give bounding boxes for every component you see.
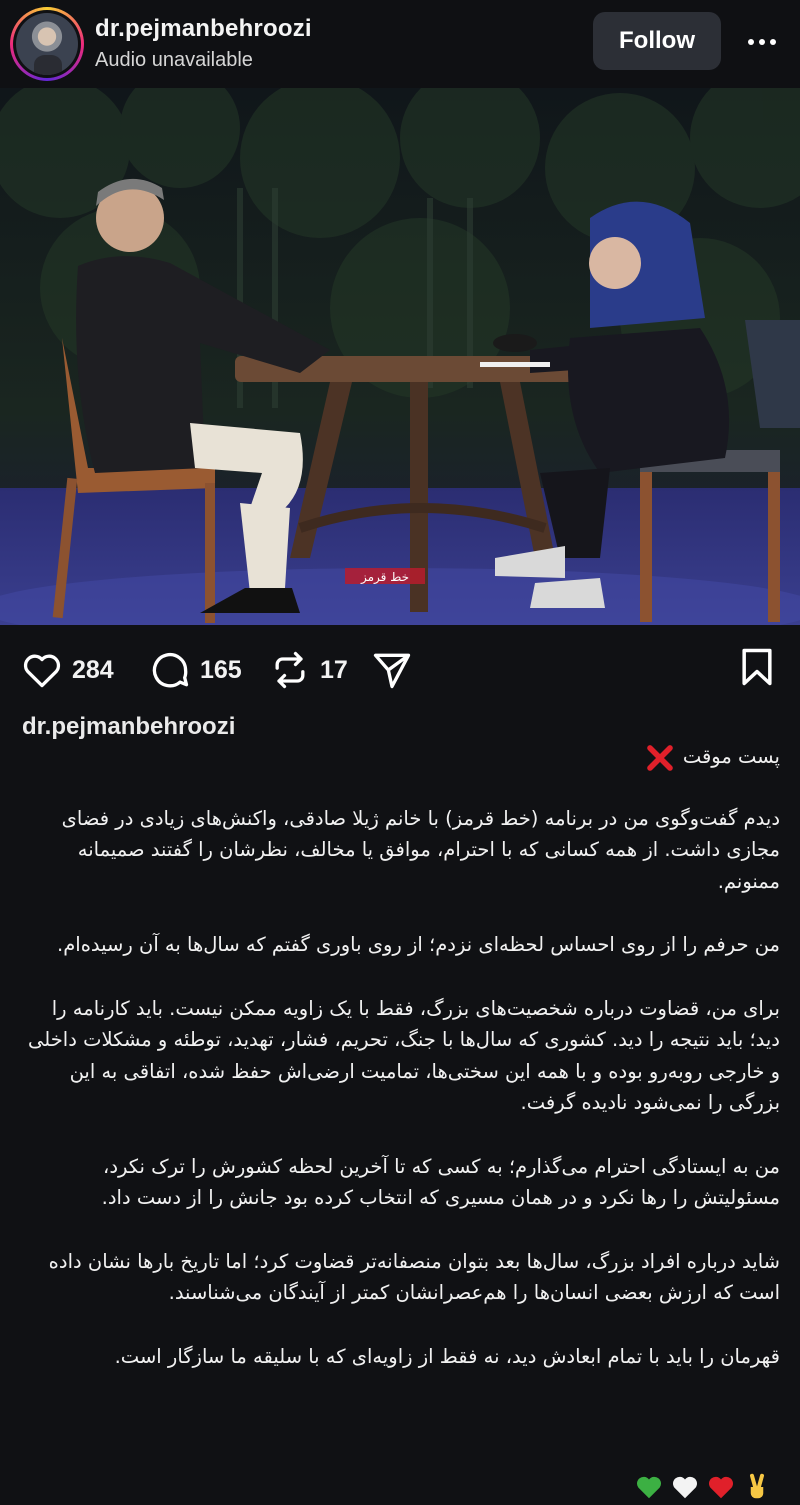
caption-emoji-row bbox=[632, 1470, 772, 1504]
cross-mark-icon bbox=[646, 744, 673, 771]
avatar[interactable] bbox=[16, 13, 78, 75]
caption-title: پست موقت bbox=[682, 745, 780, 768]
caption-paragraph-5: شاید درباره افراد بزرگ، سال‌ها بعد بتوان… bbox=[48, 1249, 780, 1305]
caption-paragraph-2: من حرفم را از روی احساس لحظه‌ای نزدم؛ از… bbox=[57, 933, 780, 956]
follow-button[interactable]: Follow bbox=[593, 12, 721, 70]
heart-icon bbox=[23, 654, 61, 688]
interview-scene-image: خط قرمز bbox=[0, 88, 800, 625]
red-heart-emoji bbox=[708, 1476, 734, 1499]
like-button[interactable]: 284 bbox=[20, 647, 114, 693]
caption-title-line: پست موقت bbox=[18, 741, 780, 773]
like-count: 284 bbox=[72, 655, 114, 684]
audio-status: Audio unavailable bbox=[95, 49, 253, 71]
repost-count: 17 bbox=[320, 655, 348, 684]
caption-paragraph-3: برای من، قضاوت درباره شخصیت‌های بزرگ، فق… bbox=[28, 996, 780, 1115]
caption-paragraph-6: قهرمان را باید با تمام ابعادش دید، نه فق… bbox=[114, 1344, 780, 1368]
share-button[interactable] bbox=[370, 647, 414, 693]
bookmark-icon[interactable] bbox=[735, 645, 779, 689]
comment-icon bbox=[152, 653, 189, 688]
show-logo: خط قرمز bbox=[345, 568, 425, 585]
post-header: dr.pejmanbehroozi Audio unavailable Foll… bbox=[0, 0, 800, 88]
more-options-icon[interactable] bbox=[742, 28, 782, 56]
story-ring[interactable] bbox=[10, 7, 84, 81]
comment-count: 165 bbox=[200, 655, 242, 684]
caption-paragraph-1: دیدم گفت‌وگوی من در برنامه (خط قرمز) با … bbox=[61, 806, 780, 893]
green-heart-emoji bbox=[636, 1476, 662, 1499]
repost-icon bbox=[275, 651, 305, 689]
comment-button[interactable]: 165 bbox=[148, 647, 242, 693]
victory-hand-emoji bbox=[750, 1473, 764, 1499]
post-author-username[interactable]: dr.pejmanbehroozi bbox=[95, 15, 312, 43]
caption-paragraph-4: من به ایستادگی احترام می‌گذارم؛ به کسی ک… bbox=[101, 1154, 780, 1210]
post-caption: پست موقت دیدم گفت‌وگوی من در برنامه (خط … bbox=[18, 735, 780, 1372]
share-icon bbox=[373, 653, 411, 689]
post-image[interactable]: خط قرمز bbox=[0, 88, 800, 625]
action-bar: 284 165 17 bbox=[0, 625, 800, 715]
show-logo-text: خط قرمز bbox=[360, 570, 409, 585]
repost-button[interactable]: 17 bbox=[268, 647, 348, 693]
white-heart-emoji bbox=[672, 1476, 698, 1499]
